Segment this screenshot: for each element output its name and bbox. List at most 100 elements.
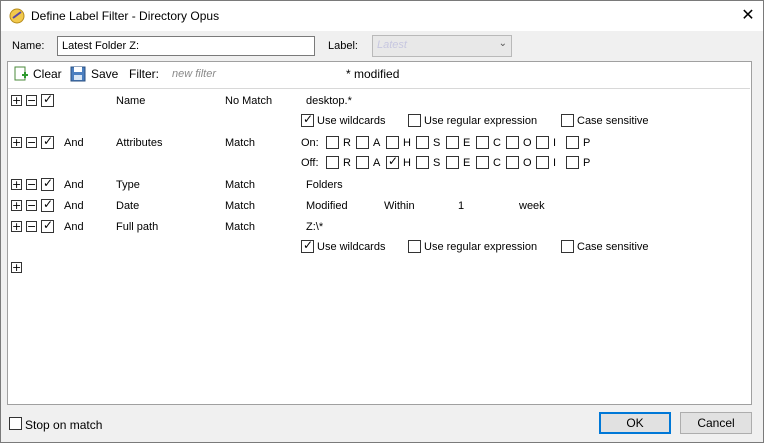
name-input[interactable]: Latest Folder Z: bbox=[57, 36, 315, 56]
date-amount[interactable]: 1 bbox=[458, 200, 464, 212]
enabled-checkbox[interactable]: ✓ bbox=[41, 197, 54, 212]
attr-off-s-checkbox[interactable] bbox=[416, 156, 429, 169]
enabled-checkbox[interactable]: ✓ bbox=[41, 176, 54, 191]
attr-off-s-label[interactable]: S bbox=[433, 157, 440, 169]
attr-off-e-checkbox[interactable] bbox=[446, 156, 459, 169]
row-value[interactable]: desktop.* bbox=[306, 95, 352, 107]
use-wildcards-checkbox[interactable]: ✓ bbox=[301, 112, 314, 127]
use-regex-label[interactable]: Use regular expression bbox=[424, 241, 537, 253]
attr-off-a-checkbox[interactable] bbox=[356, 156, 369, 169]
row-field[interactable]: Name bbox=[116, 95, 145, 107]
row-connector[interactable]: And bbox=[64, 221, 84, 233]
row-value[interactable]: Modified bbox=[306, 200, 348, 212]
clear-icon[interactable] bbox=[13, 66, 29, 82]
label-label: Label: bbox=[328, 40, 358, 52]
case-sensitive-label[interactable]: Case sensitive bbox=[577, 241, 649, 253]
use-regex-label[interactable]: Use regular expression bbox=[424, 115, 537, 127]
enabled-checkbox[interactable]: ✓ bbox=[41, 218, 54, 233]
case-sensitive-checkbox[interactable] bbox=[561, 114, 574, 127]
attr-on-r-checkbox[interactable] bbox=[326, 136, 339, 149]
attr-off-c-checkbox[interactable] bbox=[476, 156, 489, 169]
date-within[interactable]: Within bbox=[384, 200, 415, 212]
expand-icon[interactable]: + bbox=[11, 178, 22, 191]
label-dropdown[interactable]: Latest ⌄ bbox=[372, 35, 512, 57]
expand-icon[interactable]: + bbox=[11, 220, 22, 233]
collapse-icon[interactable]: − bbox=[26, 94, 37, 107]
attr-on-a-label[interactable]: A bbox=[373, 137, 380, 149]
add-row-icon[interactable]: + bbox=[11, 261, 22, 274]
attr-on-h-checkbox[interactable] bbox=[386, 136, 399, 149]
attr-off-h-label[interactable]: H bbox=[403, 157, 411, 169]
attr-on-e-checkbox[interactable] bbox=[446, 136, 459, 149]
clear-button[interactable]: Clear bbox=[33, 67, 62, 81]
attr-off-p-checkbox[interactable] bbox=[566, 156, 579, 169]
use-wildcards-checkbox[interactable]: ✓ bbox=[301, 238, 314, 253]
attr-off-c-label[interactable]: C bbox=[493, 157, 501, 169]
attr-on-s-checkbox[interactable] bbox=[416, 136, 429, 149]
collapse-icon[interactable]: − bbox=[26, 178, 37, 191]
row-field[interactable]: Full path bbox=[116, 221, 158, 233]
row-field[interactable]: Type bbox=[116, 179, 140, 191]
expand-icon[interactable]: + bbox=[11, 136, 22, 149]
attr-on-p-label[interactable]: P bbox=[583, 137, 590, 149]
row-match[interactable]: Match bbox=[225, 221, 255, 233]
row-value[interactable]: Z:\* bbox=[306, 221, 323, 233]
attr-off-p-label[interactable]: P bbox=[583, 157, 590, 169]
row-match[interactable]: Match bbox=[225, 179, 255, 191]
close-icon[interactable]: ✕ bbox=[737, 5, 759, 27]
row-match[interactable]: No Match bbox=[225, 95, 272, 107]
row-connector[interactable]: And bbox=[64, 137, 84, 149]
attr-on-h-label[interactable]: H bbox=[403, 137, 411, 149]
save-icon[interactable] bbox=[70, 66, 86, 82]
attr-on-i-checkbox[interactable] bbox=[536, 136, 549, 149]
date-unit[interactable]: week bbox=[519, 200, 545, 212]
stop-on-match-checkbox[interactable] bbox=[9, 417, 22, 430]
row-match[interactable]: Match bbox=[225, 137, 255, 149]
row-field[interactable]: Date bbox=[116, 200, 139, 212]
enabled-checkbox[interactable]: ✓ bbox=[41, 92, 54, 107]
attr-on-c-label[interactable]: C bbox=[493, 137, 501, 149]
use-wildcards-label[interactable]: Use wildcards bbox=[317, 115, 385, 127]
attr-off-e-label[interactable]: E bbox=[463, 157, 470, 169]
cancel-button[interactable]: Cancel bbox=[680, 412, 752, 434]
attr-off-i-checkbox[interactable] bbox=[536, 156, 549, 169]
expand-icon[interactable]: + bbox=[11, 199, 22, 212]
filter-label: Filter: bbox=[129, 67, 159, 81]
attr-on-o-label[interactable]: O bbox=[523, 137, 532, 149]
collapse-icon[interactable]: − bbox=[26, 220, 37, 233]
attr-off-a-label[interactable]: A bbox=[373, 157, 380, 169]
attr-off-r-label[interactable]: R bbox=[343, 157, 351, 169]
attr-on-a-checkbox[interactable] bbox=[356, 136, 369, 149]
expand-icon[interactable]: + bbox=[11, 94, 22, 107]
case-sensitive-label[interactable]: Case sensitive bbox=[577, 115, 649, 127]
collapse-icon[interactable]: − bbox=[26, 136, 37, 149]
filter-selector[interactable]: new filter bbox=[172, 68, 216, 80]
ok-button[interactable]: OK bbox=[599, 412, 671, 434]
save-button[interactable]: Save bbox=[91, 67, 118, 81]
case-sensitive-checkbox[interactable] bbox=[561, 240, 574, 253]
row-connector[interactable]: And bbox=[64, 200, 84, 212]
use-regex-checkbox[interactable] bbox=[408, 114, 421, 127]
attr-on-i-label[interactable]: I bbox=[553, 137, 556, 149]
row-connector[interactable]: And bbox=[64, 179, 84, 191]
attr-on-p-checkbox[interactable] bbox=[566, 136, 579, 149]
attr-on-e-label[interactable]: E bbox=[463, 137, 470, 149]
collapse-icon[interactable]: − bbox=[26, 199, 37, 212]
use-wildcards-label[interactable]: Use wildcards bbox=[317, 241, 385, 253]
attr-on-s-label[interactable]: S bbox=[433, 137, 440, 149]
stop-on-match-label[interactable]: Stop on match bbox=[25, 418, 102, 432]
attr-on-c-checkbox[interactable] bbox=[476, 136, 489, 149]
attr-off-r-checkbox[interactable] bbox=[326, 156, 339, 169]
attr-off-o-label[interactable]: O bbox=[523, 157, 532, 169]
enabled-checkbox[interactable]: ✓ bbox=[41, 134, 54, 149]
row-field[interactable]: Attributes bbox=[116, 137, 162, 149]
attr-on-o-checkbox[interactable] bbox=[506, 136, 519, 149]
attr-off-label: Off: bbox=[301, 157, 319, 169]
row-value[interactable]: Folders bbox=[306, 179, 343, 191]
attr-off-i-label[interactable]: I bbox=[553, 157, 556, 169]
use-regex-checkbox[interactable] bbox=[408, 240, 421, 253]
attr-off-o-checkbox[interactable] bbox=[506, 156, 519, 169]
attr-off-h-checkbox[interactable]: ✓ bbox=[386, 154, 399, 169]
row-match[interactable]: Match bbox=[225, 200, 255, 212]
attr-on-r-label[interactable]: R bbox=[343, 137, 351, 149]
